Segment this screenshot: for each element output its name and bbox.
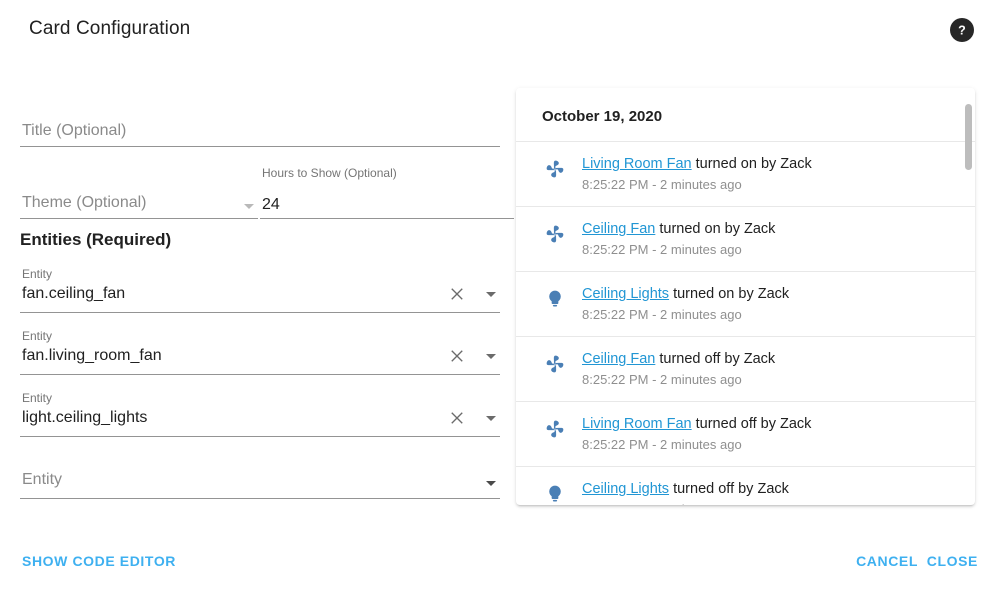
clear-icon[interactable] <box>448 347 466 365</box>
list-item-text: Ceiling Fan turned on by Zack 8:25:22 PM… <box>582 220 959 259</box>
list-item[interactable]: Ceiling Fan turned on by Zack 8:25:22 PM… <box>516 206 975 271</box>
logbook-action: turned off by Zack <box>669 481 789 497</box>
fan-icon <box>542 220 568 244</box>
lightbulb-icon <box>542 285 568 309</box>
chevron-down-icon[interactable] <box>486 416 496 421</box>
lightbulb-icon <box>542 480 568 504</box>
hours-to-show-label: Hours to Show (Optional) <box>262 166 397 180</box>
field-underline <box>20 498 500 499</box>
list-item[interactable]: Ceiling Lights turned on by Zack 8:25:22… <box>516 271 975 336</box>
list-item[interactable]: Ceiling Fan turned off by Zack 8:25:22 P… <box>516 336 975 401</box>
logbook-message: Ceiling Fan turned off by Zack <box>582 350 959 369</box>
help-button[interactable]: ? <box>950 18 974 42</box>
entity-label: Entity <box>22 391 53 405</box>
entity-placeholder: Entity <box>22 471 63 488</box>
clear-icon[interactable] <box>448 285 466 303</box>
logbook-message: Living Room Fan turned off by Zack <box>582 415 959 434</box>
logbook-action: turned on by Zack <box>655 221 776 237</box>
theme-select[interactable]: Theme (Optional) <box>20 182 258 219</box>
logbook-date-header: October 19, 2020 <box>542 108 663 125</box>
list-item[interactable]: Ceiling Lights turned off by Zack 8:25:2… <box>516 466 975 505</box>
help-circle-icon: ? <box>952 20 972 40</box>
title-field[interactable]: Title (Optional) <box>20 117 500 147</box>
logbook-message: Living Room Fan turned on by Zack <box>582 155 959 174</box>
chevron-down-icon[interactable] <box>486 481 496 486</box>
chevron-down-icon[interactable] <box>486 292 496 297</box>
fan-icon <box>542 350 568 374</box>
logbook-timestamp: 8:25:22 PM - 2 minutes ago <box>582 372 742 387</box>
entity-row[interactable]: Entity fan.living_room_fan <box>20 329 500 375</box>
logbook-action: turned off by Zack <box>655 351 776 367</box>
entity-label: Entity <box>22 329 53 343</box>
logbook-scroll-area[interactable]: October 19, 2020 Living Room Fan turned … <box>516 88 975 505</box>
list-item-text: Ceiling Fan turned off by Zack 8:25:22 P… <box>582 350 959 389</box>
entity-value: fan.living_room_fan <box>22 347 162 364</box>
logbook-message: Ceiling Lights turned on by Zack <box>582 285 959 304</box>
logbook-timestamp: 8:25:22 PM - 2 minutes ago <box>582 242 742 257</box>
dialog-header: Card Configuration ? <box>0 0 996 62</box>
logbook-message: Ceiling Fan turned on by Zack <box>582 220 959 239</box>
list-item[interactable]: Living Room Fan turned off by Zack 8:25:… <box>516 401 975 466</box>
fan-icon <box>542 155 568 179</box>
entity-link[interactable]: Ceiling Fan <box>582 221 655 237</box>
chevron-down-icon[interactable] <box>244 204 254 209</box>
logbook-action: turned on by Zack <box>691 156 812 172</box>
field-underline <box>20 374 500 375</box>
list-item[interactable]: Living Room Fan turned on by Zack 8:25:2… <box>516 141 975 206</box>
entity-label: Entity <box>22 267 53 281</box>
logbook-message: Ceiling Lights turned off by Zack <box>582 480 959 499</box>
entity-link[interactable]: Ceiling Lights <box>582 286 669 302</box>
scrollbar-thumb[interactable] <box>965 104 972 170</box>
logbook-timestamp: 8:25:22 PM - 2 minutes ago <box>582 501 959 505</box>
entities-heading: Entities (Required) <box>20 230 172 249</box>
page-title: Card Configuration <box>29 18 191 39</box>
field-underline <box>20 436 500 437</box>
chevron-down-icon[interactable] <box>486 354 496 359</box>
entity-link[interactable]: Ceiling Fan <box>582 351 655 367</box>
list-item-text: Ceiling Lights turned off by Zack 8:25:2… <box>582 480 959 505</box>
close-button[interactable]: Close <box>927 553 978 569</box>
entity-row[interactable]: Entity light.ceiling_lights <box>20 391 500 437</box>
logbook-timestamp: 8:25:22 PM - 2 minutes ago <box>582 177 742 192</box>
logbook-timestamp: 8:25:22 PM - 2 minutes ago <box>582 437 742 452</box>
logbook-timestamp: 8:25:22 PM - 2 minutes ago <box>582 307 742 322</box>
entity-link[interactable]: Living Room Fan <box>582 416 692 432</box>
hours-to-show-field[interactable]: Hours to Show (Optional) 24 <box>260 166 514 219</box>
list-item-text: Living Room Fan turned on by Zack 8:25:2… <box>582 155 959 194</box>
list-item-text: Ceiling Lights turned on by Zack 8:25:22… <box>582 285 959 324</box>
scrollbar[interactable] <box>965 96 972 496</box>
hours-to-show-value: 24 <box>262 196 280 213</box>
entity-link[interactable]: Living Room Fan <box>582 156 692 172</box>
theme-select-placeholder: Theme (Optional) <box>22 194 147 211</box>
svg-text:?: ? <box>958 24 966 38</box>
logbook-action: turned off by Zack <box>691 416 812 432</box>
entity-row-empty[interactable]: Entity <box>20 453 500 499</box>
dialog-footer: Show Code Editor Cancel Close <box>0 540 996 595</box>
entity-row[interactable]: Entity fan.ceiling_fan <box>20 267 500 313</box>
dialog-content: Title (Optional) Theme (Optional) Hours … <box>0 62 996 540</box>
field-underline <box>20 312 500 313</box>
title-field-placeholder: Title (Optional) <box>22 122 127 139</box>
entity-value: fan.ceiling_fan <box>22 285 126 302</box>
cancel-button[interactable]: Cancel <box>856 553 918 569</box>
clear-icon[interactable] <box>448 409 466 427</box>
card-preview: October 19, 2020 Living Room Fan turned … <box>516 88 975 505</box>
fan-icon <box>542 415 568 439</box>
list-item-text: Living Room Fan turned off by Zack 8:25:… <box>582 415 959 454</box>
entity-link[interactable]: Ceiling Lights <box>582 481 669 497</box>
logbook-action: turned on by Zack <box>669 286 790 302</box>
entity-value: light.ceiling_lights <box>22 409 148 426</box>
show-code-editor-button[interactable]: Show Code Editor <box>22 553 176 569</box>
